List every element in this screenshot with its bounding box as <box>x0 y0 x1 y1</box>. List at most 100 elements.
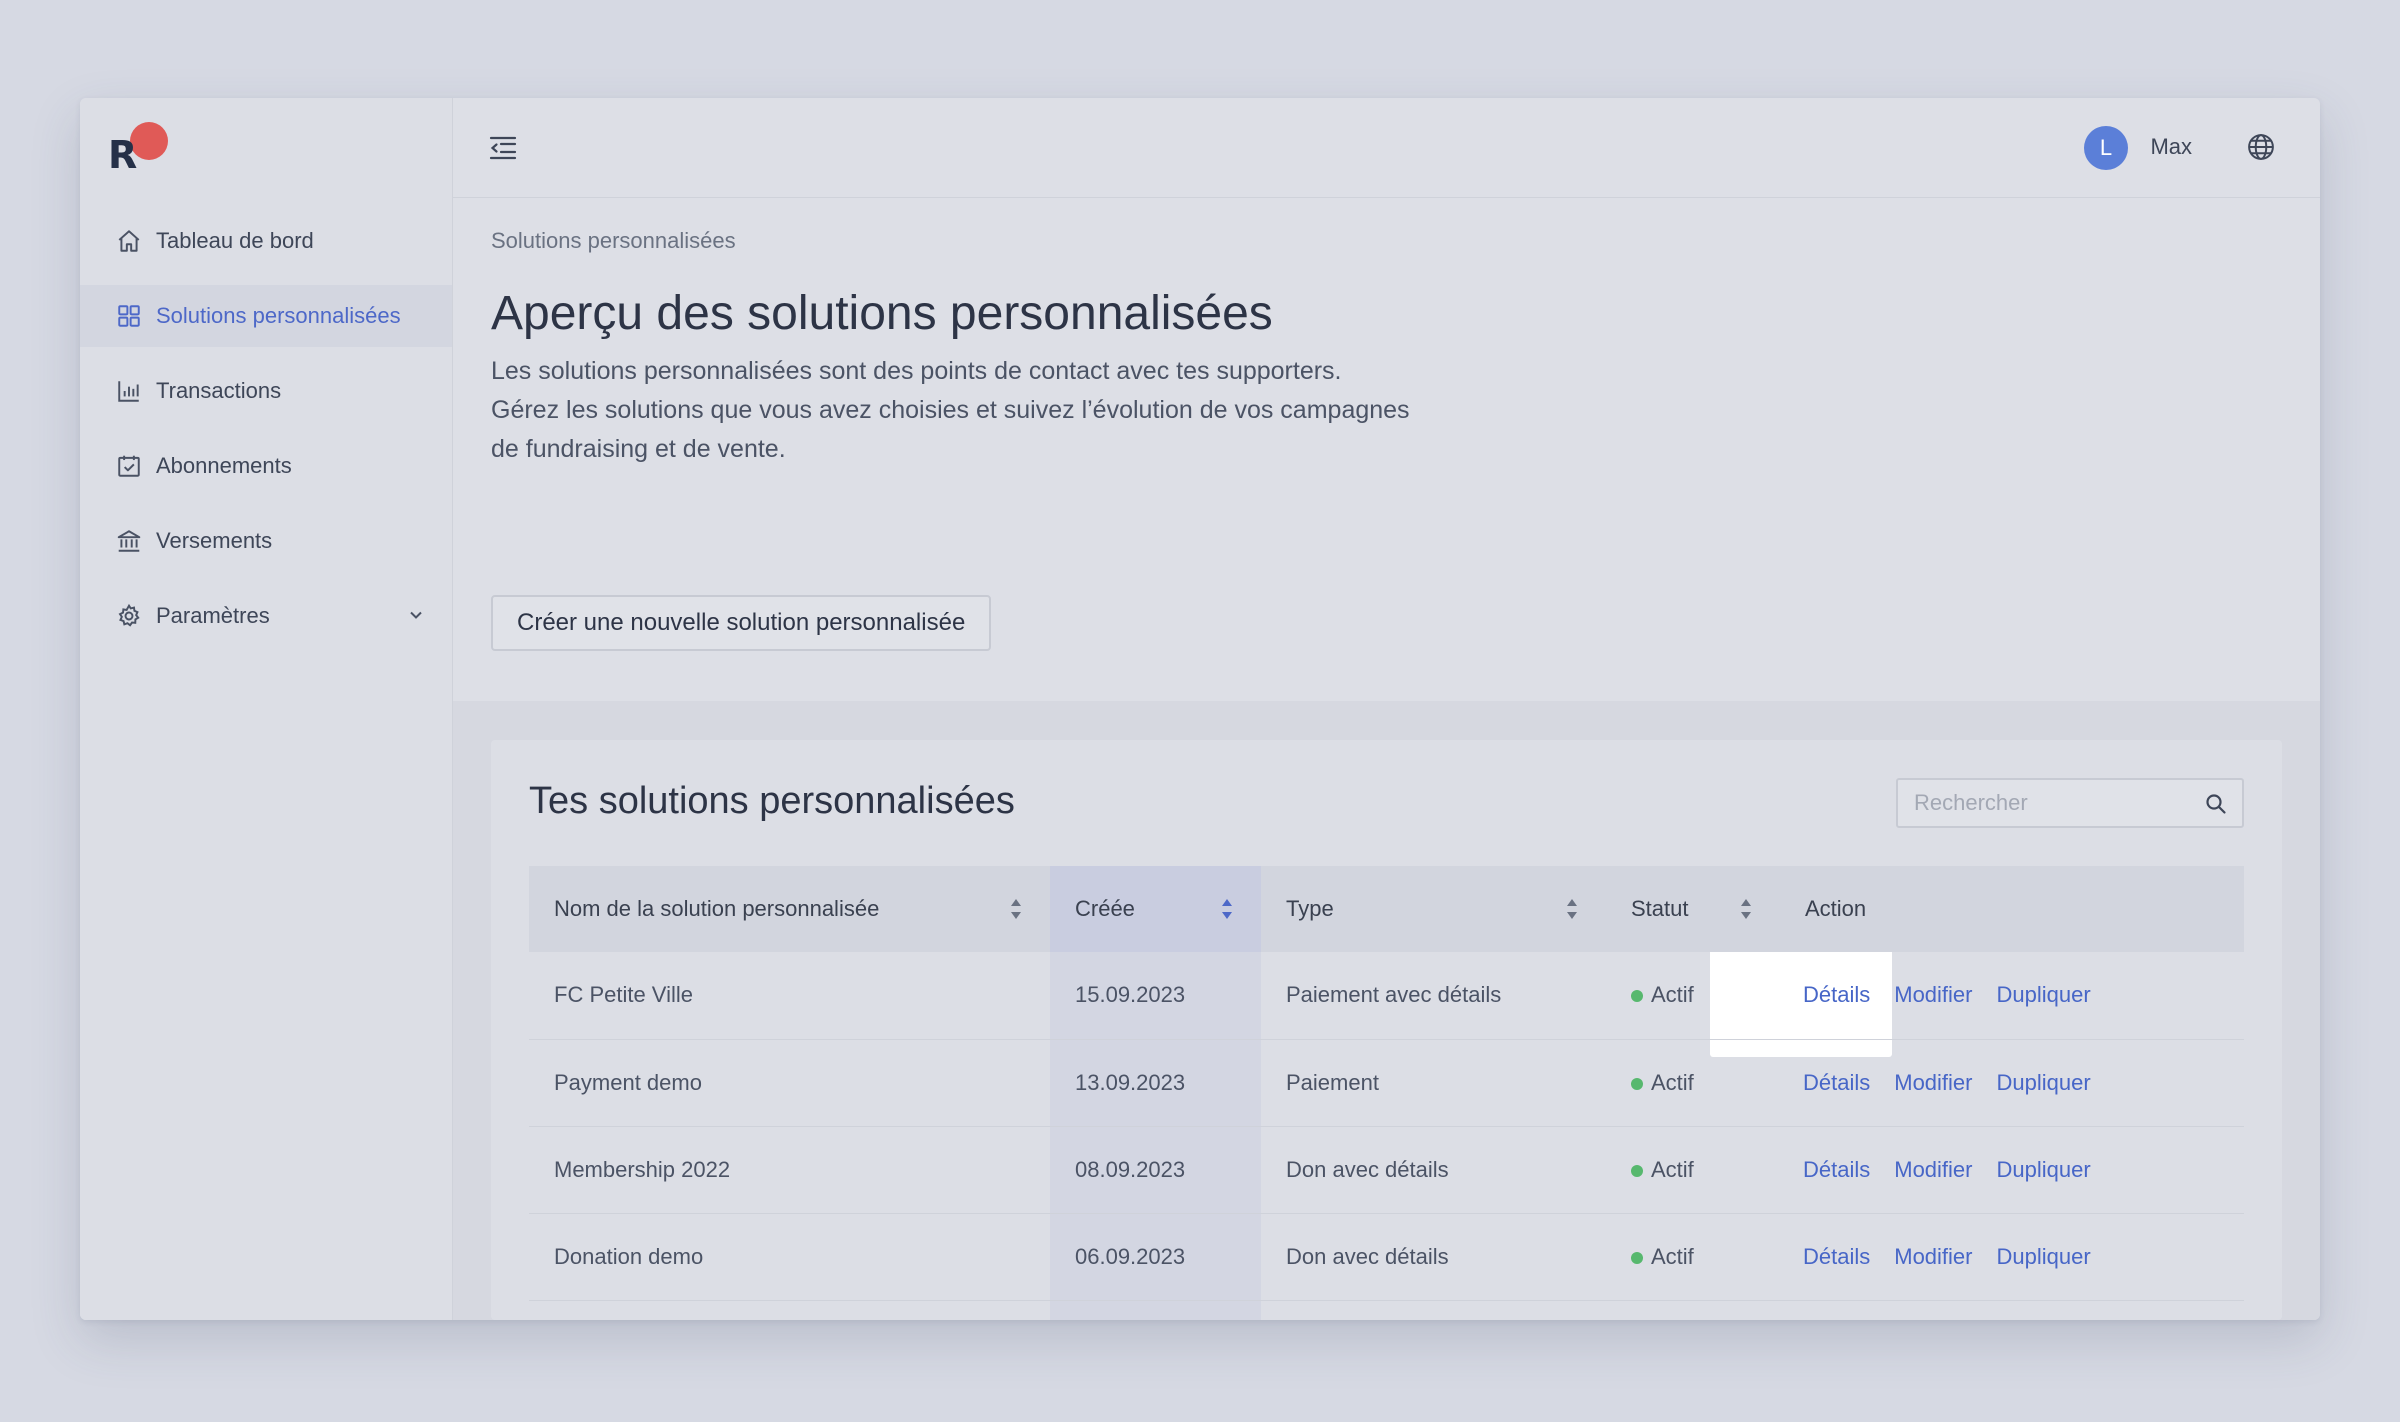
cell-status: Actif <box>1606 1126 1780 1214</box>
duplicate-link[interactable]: Dupliquer <box>1997 1244 2091 1269</box>
cell-name: Payment demo <box>529 1039 1050 1127</box>
cell-created: 06.09.2023 <box>1050 1213 1261 1301</box>
column-header-name[interactable]: Nom de la solution personnalisée <box>529 866 1050 952</box>
cell-type: Don avec détails <box>1261 1126 1606 1214</box>
table-header-row: Nom de la solution personnalisée Créée T… <box>529 866 2244 952</box>
sidebar-item-payouts[interactable]: Versements <box>80 510 452 572</box>
gear-icon <box>116 603 142 629</box>
sidebar-toggle-icon[interactable] <box>487 132 519 164</box>
edit-link[interactable]: Modifier <box>1894 1070 1972 1095</box>
details-link[interactable]: Détails <box>1803 1157 1870 1182</box>
create-solution-button[interactable]: Créer une nouvelle solution personnalisé… <box>491 595 992 651</box>
column-header-label: Statut <box>1631 896 1689 921</box>
page-title: Aperçu des solutions personnalisées <box>491 287 1273 340</box>
main-content: Solutions personnalisées Aperçu des solu… <box>453 198 2320 1320</box>
cell-status: Actif <box>1606 1300 1780 1320</box>
cell-type: Don avec détails <box>1261 1300 1606 1320</box>
edit-link[interactable]: Modifier <box>1894 982 1972 1007</box>
status-dot <box>1631 1251 1643 1264</box>
duplicate-link[interactable]: Dupliquer <box>1997 982 2091 1007</box>
intro-section: Solutions personnalisées Aperçu des solu… <box>491 198 2282 598</box>
sort-icon[interactable] <box>1564 896 1580 922</box>
table-row[interactable]: Membership 2022 08.09.2023 Don avec détail… <box>529 1126 2244 1214</box>
column-header-status[interactable]: Statut <box>1606 866 1780 952</box>
page-description: Les solutions personnalisées sont des po… <box>491 357 1410 463</box>
table-row[interactable]: Payment demo 13.09.2023 Paiement Actif Détai… <box>529 1039 2244 1127</box>
details-link[interactable]: Détails <box>1803 1244 1870 1269</box>
chevron-down-icon[interactable] <box>406 605 426 625</box>
table-row[interactable]: FC Petite Ville 15.09.2023 Paiement avec d… <box>529 952 2244 1040</box>
cell-name: FC Petite Ville <box>529 952 1050 1040</box>
sidebar-item-custom-solutions[interactable]: Solutions personnalisées <box>80 285 452 347</box>
table-row[interactable]: Donation demo 06.09.2023 Don avec détails A… <box>529 1213 2244 1301</box>
duplicate-link[interactable]: Dupliquer <box>1997 1070 2091 1095</box>
column-header-type[interactable]: Type <box>1261 866 1606 952</box>
cell-status: Actif <box>1606 1213 1780 1301</box>
cell-actions: DétailsModifierDupliquer <box>1780 1300 2244 1320</box>
sidebar-item-label: Paramètres <box>156 603 270 628</box>
sidebar-item-subscriptions[interactable]: Abonnements <box>80 435 452 497</box>
sidebar-item-transactions[interactable]: Transactions <box>80 360 452 422</box>
cell-actions: Détails Modifier Dupliquer <box>1780 952 2244 1040</box>
cell-actions: Détails Modifier Dupliquer <box>1780 1039 2244 1127</box>
calendar-check-icon <box>116 453 142 479</box>
cell-type: Don avec détails <box>1261 1213 1606 1301</box>
column-header-created[interactable]: Créée <box>1050 866 1261 952</box>
breadcrumb[interactable]: Solutions personnalisées <box>491 228 736 254</box>
logo-letter: R <box>108 133 138 177</box>
status-badge: Actif <box>1651 1069 1694 1095</box>
sidebar-item-label: Solutions personnalisées <box>156 303 401 328</box>
cell-actions: Détails Modifier Dupliquer <box>1780 1126 2244 1214</box>
column-header-label: Type <box>1286 896 1334 921</box>
home-icon <box>116 228 142 254</box>
duplicate-link[interactable]: Dupliquer <box>1997 1157 2091 1182</box>
cell-type: Paiement <box>1261 1039 1606 1127</box>
solutions-table: Nom de la solution personnalisée Créée T… <box>529 866 2244 1320</box>
status-badge: Actif <box>1651 1243 1694 1269</box>
avatar[interactable]: L <box>2084 126 2128 170</box>
cell-actions: Détails Modifier Dupliquer <box>1780 1213 2244 1301</box>
sort-icon[interactable] <box>1738 896 1754 922</box>
column-header-label: Créée <box>1075 896 1135 921</box>
column-header-label: Nom de la solution personnalisée <box>554 896 880 921</box>
solutions-card: Tes solutions personnalisées Nom de la s… <box>491 740 2282 1320</box>
details-link[interactable]: Détails <box>1803 982 1870 1007</box>
sidebar-nav: Tableau de bord Solutions personnalisées… <box>80 210 452 660</box>
user-name[interactable]: Max <box>2150 134 2192 160</box>
table-row[interactable]: RaiseNow demo05.09.2023Don avec détailsA… <box>529 1300 2244 1320</box>
cell-status: Actif <box>1606 1039 1780 1127</box>
globe-icon[interactable] <box>2246 132 2276 162</box>
search-input[interactable] <box>1914 790 2194 816</box>
cell-created: 05.09.2023 <box>1050 1300 1261 1320</box>
topbar: L Max <box>453 98 2320 198</box>
sidebar-item-settings[interactable]: Paramètres <box>80 585 452 647</box>
cell-name: RaiseNow demo <box>529 1300 1050 1320</box>
cell-status: Actif <box>1606 952 1780 1040</box>
bank-icon <box>116 528 142 554</box>
search-icon[interactable] <box>2204 792 2228 816</box>
status-badge: Actif <box>1651 1156 1694 1182</box>
column-header-action: Action <box>1780 866 2244 952</box>
cell-name: Donation demo <box>529 1213 1050 1301</box>
sidebar-item-label: Abonnements <box>156 453 292 478</box>
status-dot <box>1631 990 1643 1003</box>
edit-link[interactable]: Modifier <box>1894 1157 1972 1182</box>
details-link[interactable]: Détails <box>1803 1070 1870 1095</box>
sidebar-item-dashboard[interactable]: Tableau de bord <box>80 210 452 272</box>
sidebar-item-label: Tableau de bord <box>156 228 314 253</box>
cell-created: 13.09.2023 <box>1050 1039 1261 1127</box>
bar-chart-icon <box>116 378 142 404</box>
edit-link[interactable]: Modifier <box>1894 1244 1972 1269</box>
app-window: R Tableau de bord Solutions personnalisé… <box>80 98 2320 1320</box>
search-box[interactable] <box>1896 778 2244 828</box>
app-logo[interactable]: R <box>108 122 168 182</box>
cell-type: Paiement avec détails <box>1261 952 1606 1040</box>
table-body: FC Petite Ville 15.09.2023 Paiement avec d… <box>529 952 2244 1320</box>
status-dot <box>1631 1164 1643 1177</box>
sidebar-item-label: Versements <box>156 528 273 553</box>
cell-created: 15.09.2023 <box>1050 952 1261 1040</box>
sort-icon[interactable] <box>1008 896 1024 922</box>
sort-icon-active[interactable] <box>1219 896 1235 922</box>
grid-icon <box>116 303 142 329</box>
sidebar-item-label: Transactions <box>156 378 282 403</box>
